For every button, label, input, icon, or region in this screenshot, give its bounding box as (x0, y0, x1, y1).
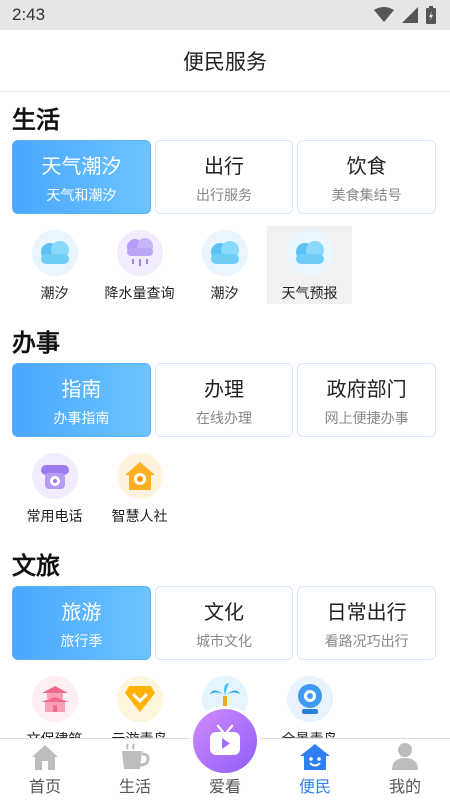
rain-cloud-icon (116, 230, 163, 276)
card-culture[interactable]: 文化 城市文化 (154, 586, 294, 660)
nav-item-home[interactable]: 首页 (0, 739, 90, 800)
nav-label: 首页 (28, 777, 61, 796)
nav-item-convenience[interactable]: 便民 (270, 739, 360, 800)
chevron-badge-icon (116, 676, 163, 722)
card-weather-tide[interactable]: 天气潮汐 天气和潮汐 (12, 140, 151, 214)
nav-label: 生活 (118, 777, 151, 796)
house-icon (116, 453, 163, 499)
nav-label: 我的 (388, 777, 421, 796)
card-food[interactable]: 饮食 美食集结号 (297, 140, 437, 214)
pagoda-icon (31, 676, 78, 722)
nav-label: 便民 (298, 777, 331, 796)
card-title: 政府部门 (326, 376, 407, 401)
card-government[interactable]: 政府部门 网上便捷办事 (297, 363, 437, 437)
smile-house-icon (300, 744, 330, 770)
watch-fab-button[interactable] (193, 709, 257, 773)
service-item-heritage-buildings[interactable]: 文保建筑 (12, 672, 97, 738)
card-title: 办理 (204, 376, 244, 401)
service-label: 潮汐 (210, 286, 239, 302)
card-subtitle: 看路况巧出行 (324, 633, 409, 650)
card-row-culture-tourism: 旅游 旅行季 文化 城市文化 日常出行 看路况巧出行 (12, 586, 437, 660)
cloud-icon (286, 230, 333, 276)
card-row-affairs: 指南 办事指南 办理 在线办理 政府部门 网上便捷办事 (12, 363, 437, 437)
card-guide[interactable]: 指南 办事指南 (12, 363, 151, 437)
card-subtitle: 在线办理 (196, 410, 252, 427)
card-subtitle: 办事指南 (53, 410, 110, 427)
service-label: 潮汐 (40, 286, 69, 302)
service-label: 天气预报 (281, 286, 338, 302)
wifi-icon (374, 7, 394, 22)
card-subtitle: 美食集结号 (331, 187, 402, 204)
service-item-tide-2[interactable]: 潮汐 (182, 226, 267, 304)
home-icon (32, 745, 58, 770)
status-icons (374, 6, 436, 24)
cloud-icon (31, 230, 78, 276)
card-title: 天气潮汐 (41, 153, 122, 178)
app-header: 便民服务 (0, 30, 450, 92)
card-title: 饮食 (346, 153, 387, 178)
card-title: 旅游 (61, 599, 102, 624)
card-subtitle: 旅行季 (60, 633, 103, 650)
card-subtitle: 出行服务 (196, 187, 252, 204)
service-label: 文保建筑 (27, 729, 83, 738)
tv-play-icon (210, 724, 240, 755)
service-item-cloud-tour[interactable]: 云游青岛 (97, 672, 182, 738)
cloud-icon (201, 230, 248, 276)
nav-item-life[interactable]: 生活 (90, 739, 180, 800)
nav-item-mine[interactable]: 我的 (360, 739, 450, 800)
card-title: 指南 (61, 376, 102, 401)
status-bar: 2:43 (0, 0, 450, 30)
card-subtitle: 天气和潮汐 (46, 187, 117, 204)
battery-icon (426, 6, 436, 24)
service-label: 智慧人社 (111, 509, 168, 525)
coffee-cup-icon (122, 743, 150, 769)
card-title: 日常出行 (326, 599, 407, 624)
section-title-affairs: 办事 (12, 329, 60, 357)
card-subtitle: 网上便捷办事 (324, 410, 409, 427)
service-item-phone[interactable]: 常用电话 (12, 449, 97, 527)
service-label: 降水量查询 (104, 286, 175, 302)
card-handle[interactable]: 办理 在线办理 (154, 363, 294, 437)
card-tourism[interactable]: 旅游 旅行季 (12, 586, 151, 660)
telephone-icon (31, 453, 78, 499)
status-time: 2:43 (12, 5, 46, 24)
user-icon (392, 743, 418, 770)
service-item-social-security[interactable]: 智慧人社 (97, 449, 182, 527)
signal-icon (402, 7, 418, 23)
card-title: 出行 (204, 153, 244, 178)
card-travel[interactable]: 出行 出行服务 (154, 140, 294, 214)
nav-label: 爱看 (208, 777, 241, 796)
card-title: 文化 (204, 599, 244, 624)
service-item-tide[interactable]: 潮汐 (12, 226, 97, 304)
card-row-life: 天气潮汐 天气和潮汐 出行 出行服务 饮食 美食集结号 (12, 140, 437, 214)
service-label: 常用电话 (26, 509, 83, 525)
section-title-life: 生活 (12, 106, 60, 134)
icon-row-life: 潮汐 降水量查询 潮汐 天气预报 (12, 226, 442, 306)
service-item-weather-forecast[interactable]: 天气预报 (267, 226, 352, 304)
section-title-culture-tourism: 文旅 (12, 552, 60, 580)
card-daily-travel[interactable]: 日常出行 看路况巧出行 (297, 586, 437, 660)
card-subtitle: 城市文化 (196, 633, 252, 650)
service-item-panorama[interactable]: 全景青岛 (267, 672, 352, 738)
service-label: 云游青岛 (112, 729, 168, 738)
icon-row-affairs: 常用电话 智慧人社 (12, 449, 442, 529)
service-label: 全景青岛 (282, 729, 338, 738)
service-item-precipitation[interactable]: 降水量查询 (97, 226, 182, 304)
content-area[interactable]: 生活 天气潮汐 天气和潮汐 出行 出行服务 饮食 美食集结号 潮汐 降水量查询 (0, 92, 450, 738)
camera-icon (286, 676, 333, 722)
page-title: 便民服务 (183, 49, 267, 74)
